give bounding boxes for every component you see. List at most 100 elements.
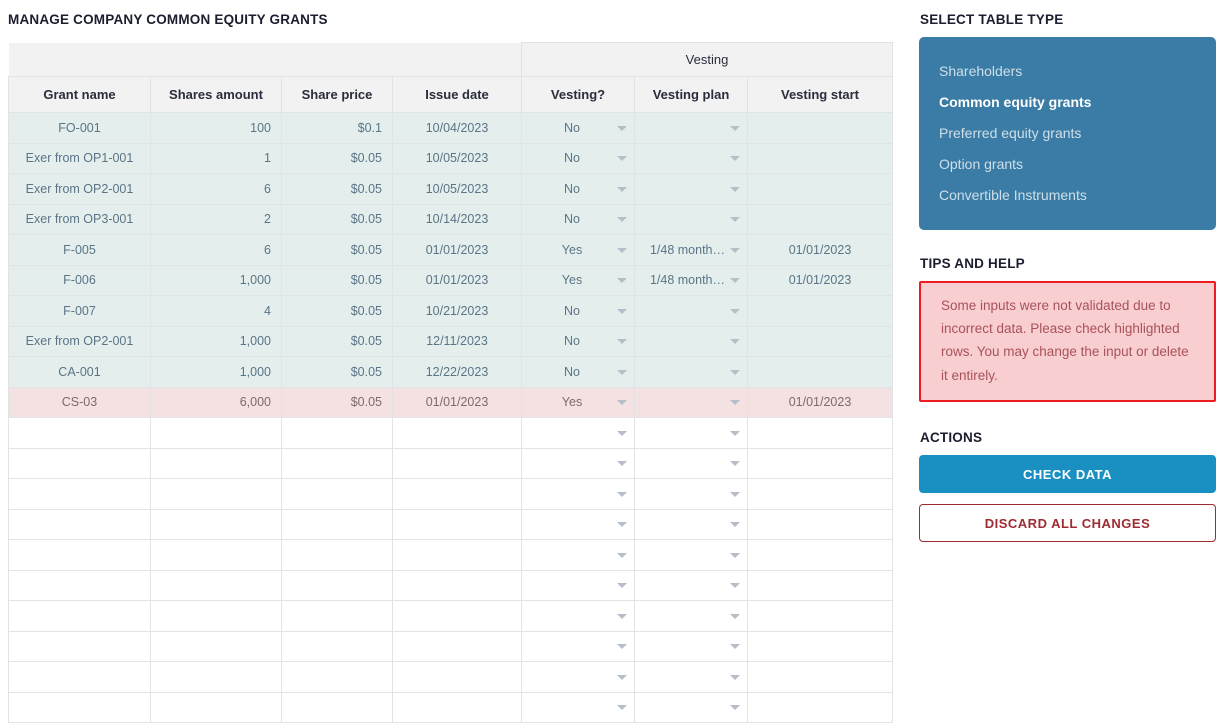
cell-shares-amount[interactable] (150, 661, 282, 693)
cell-issue-date[interactable]: 10/04/2023 (392, 112, 522, 144)
table-row[interactable]: F-005 6 $0.05 01/01/2023 Yes 1/48 month… 01/01… (8, 234, 893, 266)
cell-vesting-start[interactable] (747, 142, 893, 174)
cell-vesting-select[interactable]: No (521, 203, 635, 235)
column-header-vesting-start[interactable]: Vesting start (747, 76, 893, 113)
cell-issue-date[interactable] (392, 600, 522, 632)
cell-share-price[interactable]: $0.05 (281, 325, 393, 357)
table-row-empty[interactable] (8, 539, 893, 571)
cell-share-price[interactable]: $0.05 (281, 264, 393, 296)
cell-vesting-select[interactable]: No (521, 295, 635, 327)
cell-issue-date[interactable] (392, 661, 522, 693)
cell-issue-date[interactable]: 10/21/2023 (392, 295, 522, 327)
cell-vesting-select[interactable]: No (521, 325, 635, 357)
cell-vesting-select[interactable]: Yes (521, 234, 635, 266)
cell-shares-amount[interactable]: 2 (150, 203, 282, 235)
cell-vesting-select[interactable]: No (521, 142, 635, 174)
cell-vesting-plan-select[interactable] (634, 539, 748, 571)
cell-issue-date[interactable]: 01/01/2023 (392, 386, 522, 418)
table-row-empty[interactable] (8, 417, 893, 449)
cell-vesting-start[interactable] (747, 630, 893, 662)
table-row[interactable]: Exer from OP1-001 1 $0.05 10/05/2023 No (8, 142, 893, 174)
cell-vesting-plan-select[interactable] (634, 325, 748, 357)
cell-vesting-start[interactable] (747, 356, 893, 388)
cell-grant-name[interactable]: FO-001 (8, 112, 151, 144)
cell-grant-name[interactable]: CS-03 (8, 386, 151, 418)
cell-shares-amount[interactable] (150, 478, 282, 510)
cell-shares-amount[interactable] (150, 691, 282, 723)
cell-issue-date[interactable] (392, 691, 522, 723)
column-header-issue-date[interactable]: Issue date (392, 76, 522, 113)
cell-issue-date[interactable] (392, 539, 522, 571)
cell-issue-date[interactable] (392, 478, 522, 510)
cell-vesting-plan-select[interactable] (634, 508, 748, 540)
cell-vesting-plan-select[interactable]: 1/48 month… (634, 264, 748, 296)
cell-grant-name[interactable]: F-006 (8, 264, 151, 296)
cell-vesting-start[interactable] (747, 295, 893, 327)
check-data-button[interactable]: Check data (919, 454, 1216, 493)
cell-vesting-plan-select[interactable] (634, 661, 748, 693)
cell-shares-amount[interactable]: 4 (150, 295, 282, 327)
cell-shares-amount[interactable]: 1,000 (150, 356, 282, 388)
cell-vesting-plan-select[interactable] (634, 417, 748, 449)
cell-share-price[interactable] (281, 691, 393, 723)
cell-issue-date[interactable]: 10/05/2023 (392, 173, 522, 205)
table-row-empty[interactable] (8, 508, 893, 540)
cell-shares-amount[interactable] (150, 600, 282, 632)
cell-issue-date[interactable]: 10/05/2023 (392, 142, 522, 174)
cell-vesting-start[interactable] (747, 508, 893, 540)
cell-shares-amount[interactable] (150, 417, 282, 449)
cell-grant-name[interactable]: Exer from OP2-001 (8, 325, 151, 357)
cell-shares-amount[interactable]: 1 (150, 142, 282, 174)
table-row-empty[interactable] (8, 630, 893, 662)
cell-shares-amount[interactable] (150, 569, 282, 601)
cell-share-price[interactable] (281, 447, 393, 479)
table-type-item[interactable]: Shareholders (919, 55, 1216, 86)
cell-vesting-select[interactable] (521, 600, 635, 632)
cell-shares-amount[interactable] (150, 539, 282, 571)
cell-share-price[interactable] (281, 661, 393, 693)
cell-shares-amount[interactable]: 1,000 (150, 325, 282, 357)
cell-share-price[interactable] (281, 478, 393, 510)
cell-issue-date[interactable] (392, 447, 522, 479)
cell-vesting-start[interactable] (747, 203, 893, 235)
cell-vesting-start[interactable] (747, 478, 893, 510)
cell-share-price[interactable] (281, 417, 393, 449)
cell-share-price[interactable]: $0.05 (281, 356, 393, 388)
column-header-vesting-flag[interactable]: Vesting? (521, 76, 635, 113)
cell-issue-date[interactable] (392, 630, 522, 662)
cell-share-price[interactable]: $0.05 (281, 173, 393, 205)
cell-grant-name[interactable]: Exer from OP2-001 (8, 173, 151, 205)
table-row-empty[interactable] (8, 569, 893, 601)
table-type-item[interactable]: Preferred equity grants (919, 117, 1216, 148)
cell-share-price[interactable]: $0.05 (281, 203, 393, 235)
table-row[interactable]: Exer from OP3-001 2 $0.05 10/14/2023 No (8, 203, 893, 235)
cell-vesting-start[interactable]: 01/01/2023 (747, 234, 893, 266)
cell-vesting-start[interactable] (747, 447, 893, 479)
cell-vesting-select[interactable]: No (521, 112, 635, 144)
cell-issue-date[interactable]: 12/11/2023 (392, 325, 522, 357)
cell-vesting-select[interactable] (521, 569, 635, 601)
cell-vesting-start[interactable] (747, 661, 893, 693)
cell-vesting-plan-select[interactable] (634, 356, 748, 388)
cell-share-price[interactable]: $0.05 (281, 295, 393, 327)
cell-vesting-plan-select[interactable] (634, 569, 748, 601)
cell-shares-amount[interactable]: 100 (150, 112, 282, 144)
table-row-empty[interactable] (8, 478, 893, 510)
cell-grant-name[interactable]: F-007 (8, 295, 151, 327)
table-row-empty[interactable] (8, 661, 893, 693)
cell-vesting-plan-select[interactable] (634, 691, 748, 723)
cell-vesting-start[interactable] (747, 112, 893, 144)
cell-vesting-select[interactable]: No (521, 173, 635, 205)
cell-grant-name[interactable] (8, 417, 151, 449)
table-row[interactable]: F-007 4 $0.05 10/21/2023 No (8, 295, 893, 327)
cell-grant-name[interactable]: CA-001 (8, 356, 151, 388)
cell-vesting-plan-select[interactable] (634, 386, 748, 418)
cell-issue-date[interactable]: 10/14/2023 (392, 203, 522, 235)
cell-share-price[interactable] (281, 508, 393, 540)
cell-grant-name[interactable] (8, 569, 151, 601)
cell-grant-name[interactable]: F-005 (8, 234, 151, 266)
cell-share-price[interactable] (281, 600, 393, 632)
cell-vesting-plan-select[interactable] (634, 478, 748, 510)
cell-vesting-start[interactable] (747, 173, 893, 205)
cell-shares-amount[interactable] (150, 630, 282, 662)
